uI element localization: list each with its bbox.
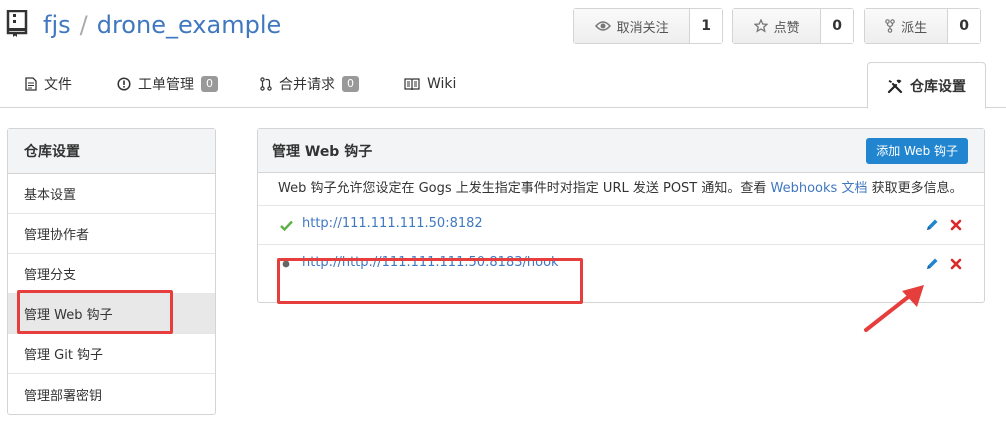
tab-wiki-label: Wiki bbox=[427, 76, 457, 92]
tab-files-label: 文件 bbox=[44, 77, 72, 93]
webhook-row: http://http://111.111.111.50:8183/hook bbox=[258, 245, 984, 284]
fork-button[interactable]: 派生 bbox=[865, 9, 949, 43]
fork-count[interactable]: 0 bbox=[948, 9, 980, 43]
webhook-url-link[interactable]: http://http://111.111.111.50:8183/hook bbox=[302, 255, 559, 270]
fork-button-group: 派生 0 bbox=[864, 8, 981, 44]
webhooks-docs-link[interactable]: Webhooks 文档 bbox=[771, 181, 868, 196]
tab-wiki[interactable]: Wiki bbox=[404, 60, 456, 108]
sidebar-item-deploy-keys[interactable]: 管理部署密钥 bbox=[8, 374, 215, 414]
sidebar-item-git-hooks[interactable]: 管理 Git 钩子 bbox=[8, 334, 215, 374]
tab-issues-count: 0 bbox=[201, 76, 218, 92]
delete-icon[interactable] bbox=[948, 217, 964, 233]
repo-name-link[interactable]: drone_example bbox=[97, 11, 282, 39]
star-label: 点赞 bbox=[773, 20, 800, 36]
fork-icon bbox=[885, 19, 895, 33]
star-button[interactable]: 点赞 bbox=[733, 9, 822, 43]
grey-dot-icon bbox=[279, 256, 293, 272]
sidebar-title: 仓库设置 bbox=[8, 129, 215, 174]
repo-separator: / bbox=[79, 11, 88, 39]
sidebar-item-branches[interactable]: 管理分支 bbox=[8, 254, 215, 294]
webhook-row: http://111.111.111.50:8182 bbox=[258, 206, 984, 245]
fork-label: 派生 bbox=[901, 20, 928, 36]
check-icon bbox=[279, 217, 293, 233]
eye-icon bbox=[594, 21, 611, 31]
repo-icon bbox=[6, 10, 28, 37]
panel-title: 管理 Web 钩子 bbox=[272, 143, 373, 160]
repo-owner-link[interactable]: fjs bbox=[43, 11, 71, 39]
star-icon bbox=[753, 19, 768, 33]
sidebar-item-collaborators[interactable]: 管理协作者 bbox=[8, 214, 215, 254]
tab-files[interactable]: 文件 bbox=[25, 60, 72, 108]
add-webhook-button[interactable]: 添加 Web 钩子 bbox=[866, 137, 968, 164]
repo-title: fjs / drone_example bbox=[43, 9, 281, 41]
tab-issues[interactable]: 工单管理 0 bbox=[117, 60, 218, 108]
sidebar-item-options[interactable]: 基本设置 bbox=[8, 174, 215, 214]
webhook-url-link[interactable]: http://111.111.111.50:8182 bbox=[302, 216, 483, 231]
tab-settings[interactable]: 仓库设置 bbox=[867, 62, 986, 109]
star-button-group: 点赞 0 bbox=[732, 8, 854, 44]
tab-issues-label: 工单管理 bbox=[138, 77, 194, 93]
book-icon bbox=[404, 78, 420, 90]
tab-settings-label: 仓库设置 bbox=[910, 78, 966, 95]
description-text-suffix: 获取更多信息。 bbox=[867, 181, 963, 196]
panel-header: 管理 Web 钩子 添加 Web 钩子 bbox=[258, 129, 984, 173]
watch-button-group: 取消关注 1 bbox=[573, 8, 723, 44]
pencil-icon[interactable] bbox=[924, 256, 940, 272]
unwatch-label: 取消关注 bbox=[616, 20, 669, 36]
webhooks-description: Web 钩子允许您设定在 Gogs 上发生指定事件时对指定 URL 发送 POS… bbox=[258, 173, 984, 206]
repo-header: fjs / drone_example 取消关注 1 点赞 0 派生 0 bbox=[0, 0, 1006, 60]
issue-icon bbox=[117, 77, 131, 91]
tools-icon bbox=[887, 79, 903, 93]
unwatch-button[interactable]: 取消关注 bbox=[574, 9, 691, 43]
tab-pull-requests-count: 0 bbox=[342, 76, 359, 92]
watch-count[interactable]: 1 bbox=[690, 9, 722, 43]
delete-icon[interactable] bbox=[948, 256, 964, 272]
sidebar-item-webhooks[interactable]: 管理 Web 钩子 bbox=[8, 294, 215, 334]
pull-request-icon bbox=[260, 77, 272, 91]
settings-sidebar: 仓库设置 基本设置 管理协作者 管理分支 管理 Web 钩子 管理 Git 钩子… bbox=[7, 128, 216, 415]
repo-tabs: 文件 工单管理 0 合并请求 0 Wiki 仓库设置 bbox=[0, 60, 1006, 109]
file-icon bbox=[25, 77, 37, 91]
tab-pull-requests[interactable]: 合并请求 0 bbox=[260, 60, 359, 108]
webhooks-panel: 管理 Web 钩子 添加 Web 钩子 Web 钩子允许您设定在 Gogs 上发… bbox=[257, 128, 985, 303]
pencil-icon[interactable] bbox=[924, 217, 940, 233]
tab-pull-requests-label: 合并请求 bbox=[279, 77, 335, 93]
description-text-prefix: Web 钩子允许您设定在 Gogs 上发生指定事件时对指定 URL 发送 POS… bbox=[278, 181, 771, 196]
star-count[interactable]: 0 bbox=[821, 9, 853, 43]
